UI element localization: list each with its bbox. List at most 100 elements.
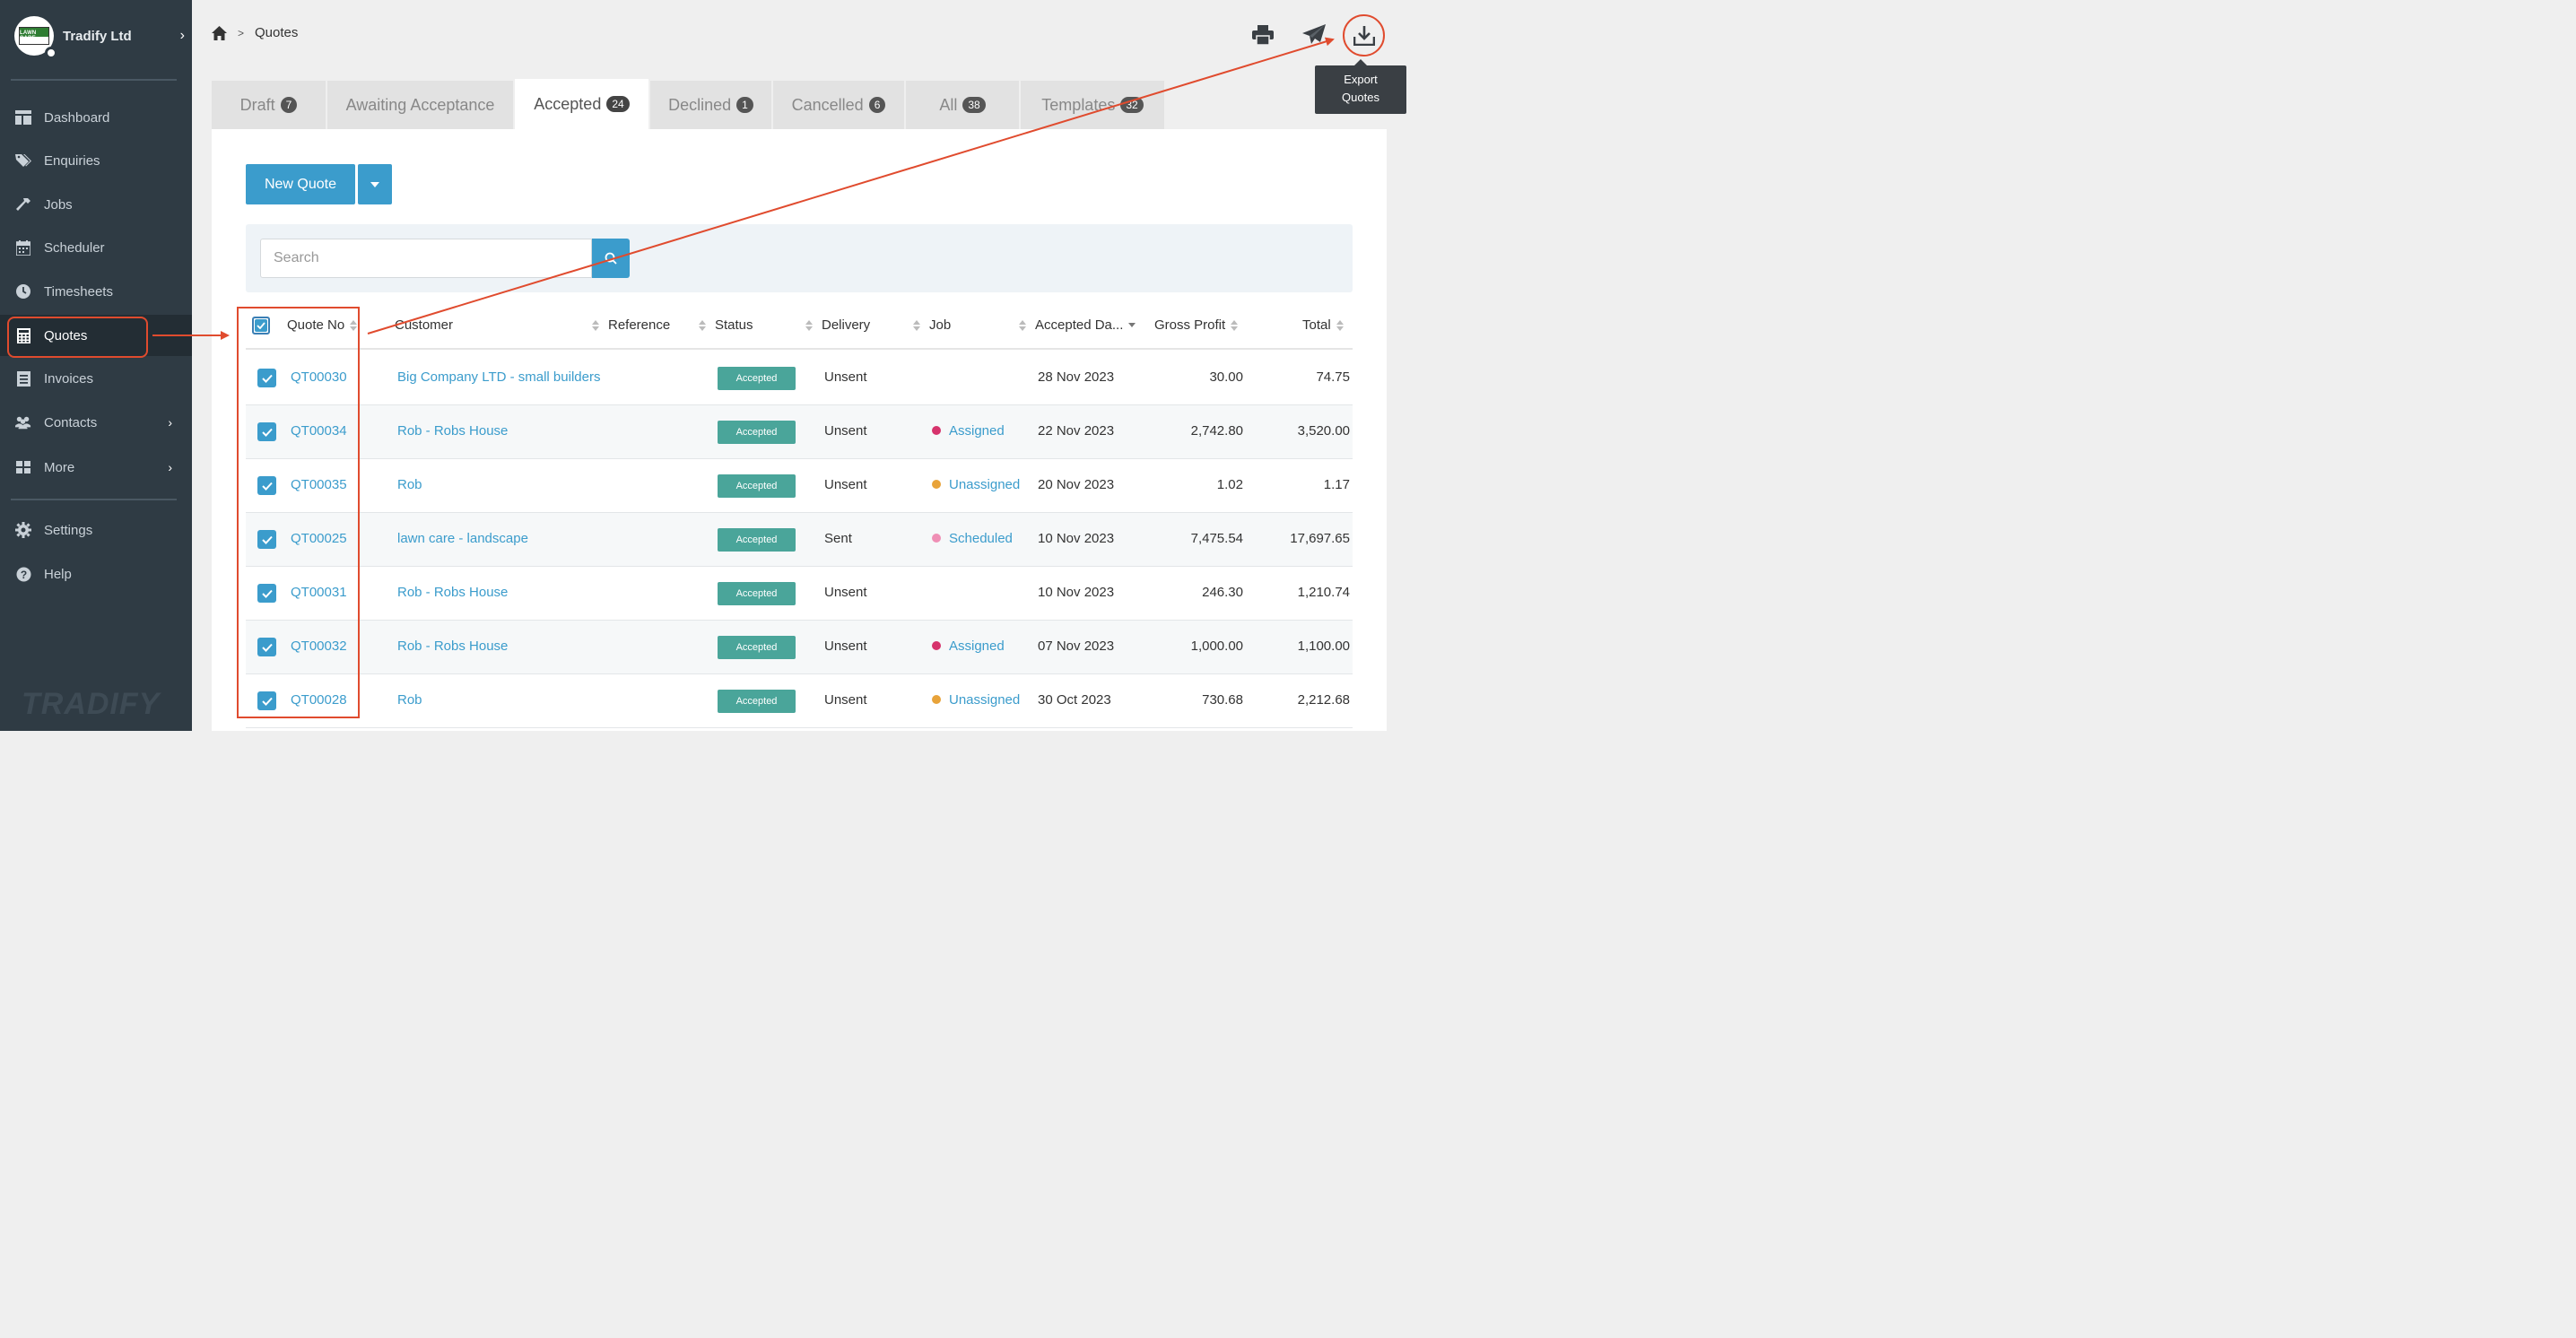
customer-link[interactable]: Rob: [397, 692, 422, 708]
home-icon[interactable]: [212, 25, 227, 40]
sidebar-item-label: Timesheets: [44, 283, 113, 300]
customer-link[interactable]: Rob - Robs House: [397, 639, 508, 654]
sidebar-item-help[interactable]: ? Help: [0, 553, 192, 595]
job-status[interactable]: Unassigned: [932, 477, 1020, 492]
sidebar-item-invoices[interactable]: Invoices: [0, 358, 192, 399]
sidebar-item-label: Help: [44, 566, 72, 582]
sidebar-item-dashboard[interactable]: Dashboard: [0, 97, 192, 138]
job-status-link[interactable]: Scheduled: [949, 531, 1013, 546]
table-row[interactable]: QT00034 Rob - Robs House Accepted Unsent Ass…: [246, 405, 1353, 459]
new-quote-dropdown-button[interactable]: [358, 164, 392, 204]
breadcrumb-current: Quotes: [255, 25, 299, 40]
sort-icon: [1231, 319, 1239, 332]
job-status-dot: [932, 534, 941, 543]
sidebar-divider: [11, 79, 177, 81]
sidebar-item-label: Settings: [44, 522, 93, 538]
customer-link[interactable]: Rob: [397, 477, 422, 492]
sidebar-item-label: More: [44, 459, 75, 475]
new-quote-button[interactable]: New Quote: [246, 164, 355, 204]
column-total[interactable]: Total: [1302, 317, 1344, 333]
grid-icon: [15, 459, 31, 475]
job-status-link[interactable]: Assigned: [949, 639, 1005, 654]
sidebar-item-timesheets[interactable]: Timesheets: [0, 271, 192, 312]
sort-icon: [1019, 319, 1026, 332]
column-label: Delivery: [822, 317, 871, 333]
delivery-status: Unsent: [824, 477, 867, 492]
sidebar-item-jobs[interactable]: Jobs: [0, 184, 192, 225]
job-status[interactable]: Assigned: [932, 423, 1005, 439]
tab-all[interactable]: All 38: [906, 81, 1019, 129]
calculator-icon: [15, 327, 31, 343]
tab-count-badge: 32: [1120, 97, 1144, 113]
calendar-icon: [15, 239, 31, 256]
status-badge: Accepted: [718, 367, 796, 390]
sidebar-item-contacts[interactable]: Contacts ›: [0, 402, 192, 443]
column-status[interactable]: Status: [699, 317, 753, 333]
users-icon: [15, 414, 31, 430]
tags-icon: [15, 152, 31, 169]
column-gross-profit[interactable]: Gross Profit: [1154, 317, 1239, 333]
accepted-date: 10 Nov 2023: [1038, 531, 1115, 546]
job-status[interactable]: Scheduled: [932, 531, 1013, 546]
tab-draft[interactable]: Draft 7: [212, 81, 326, 129]
customer-link[interactable]: lawn care - landscape: [397, 531, 528, 546]
job-status[interactable]: Unassigned: [932, 692, 1020, 708]
table-header: Quote No Customer Reference Status Deliv…: [246, 307, 1353, 350]
company-switcher[interactable]: LAWN CARE Tradify Ltd ›: [14, 14, 185, 59]
delivery-status: Unsent: [824, 369, 867, 385]
hammer-icon: [15, 196, 31, 213]
tab-label: Draft: [239, 95, 275, 114]
chevron-right-icon: ›: [168, 460, 172, 474]
job-status-link[interactable]: Assigned: [949, 423, 1005, 439]
search-input[interactable]: [260, 239, 592, 278]
job-status-dot: [932, 641, 941, 651]
quote-no-highlight: [237, 307, 360, 718]
print-icon[interactable]: [1249, 22, 1276, 48]
column-customer[interactable]: Customer: [395, 317, 453, 333]
search-button[interactable]: [592, 239, 630, 278]
sidebar-item-label: Contacts: [44, 414, 98, 430]
search-bar: [246, 224, 1353, 292]
customer-link[interactable]: Rob - Robs House: [397, 585, 508, 600]
job-status-link[interactable]: Unassigned: [949, 692, 1020, 708]
total-amount: 3,520.00: [1297, 423, 1350, 439]
export-quotes-button[interactable]: [1343, 14, 1385, 56]
sidebar-item-settings[interactable]: Settings: [0, 509, 192, 551]
table-row[interactable]: QT00030 Big Company LTD - small builders A…: [246, 352, 1353, 405]
tab-declined[interactable]: Declined 1: [650, 81, 771, 129]
table-row[interactable]: QT00031 Rob - Robs House Accepted Unsent 10 …: [246, 567, 1353, 621]
customer-link[interactable]: Rob - Robs House: [397, 423, 508, 439]
job-status[interactable]: Assigned: [932, 639, 1005, 654]
sidebar-item-scheduler[interactable]: Scheduler: [0, 227, 192, 268]
sidebar-item-enquiries[interactable]: Enquiries: [0, 140, 192, 181]
table-row[interactable]: QT00028 Rob Accepted Unsent Unassigned 30 Oct…: [246, 674, 1353, 728]
job-status-link[interactable]: Unassigned: [949, 477, 1020, 492]
status-badge: Accepted: [718, 636, 796, 659]
column-accepted-date[interactable]: Accepted Da...: [1019, 317, 1136, 333]
column-reference[interactable]: Reference: [592, 317, 670, 333]
tab-cancelled[interactable]: Cancelled 6: [773, 81, 904, 129]
column-job[interactable]: Job: [913, 317, 951, 333]
total-amount: 17,697.65: [1290, 531, 1350, 546]
accepted-date: 10 Nov 2023: [1038, 585, 1115, 600]
tab-accepted[interactable]: Accepted 24: [515, 79, 648, 129]
quote-tabs: Draft 7 Awaiting Acceptance Accepted 24 De…: [212, 79, 1166, 129]
table-row[interactable]: QT00025 lawn care - landscape Accepted Sent…: [246, 513, 1353, 567]
sidebar-item-quotes[interactable]: Quotes: [0, 315, 192, 358]
table-row[interactable]: QT00032 Rob - Robs House Accepted Unsent Ass…: [246, 621, 1353, 674]
total-amount: 74.75: [1316, 369, 1350, 385]
sidebar-item-label: Scheduler: [44, 239, 105, 256]
gross-profit: 1.02: [1216, 477, 1243, 492]
tab-awaiting-acceptance[interactable]: Awaiting Acceptance: [327, 81, 513, 129]
tab-templates[interactable]: Templates 32: [1021, 81, 1164, 129]
customer-link[interactable]: Big Company LTD - small builders: [397, 369, 600, 385]
column-delivery[interactable]: Delivery: [805, 317, 870, 333]
tradify-logo: TRADIFY: [22, 687, 161, 721]
column-label: Accepted Da...: [1035, 317, 1124, 333]
quotes-panel: New Quote Quote No Customer Reference St…: [212, 129, 1387, 731]
table-row[interactable]: QT00035 Rob Accepted Unsent Unassigned 20 Nov…: [246, 459, 1353, 513]
sidebar-item-more[interactable]: More ›: [0, 447, 192, 488]
delivery-status: Unsent: [824, 639, 867, 654]
send-icon[interactable]: [1301, 22, 1327, 48]
sidebar-item-label: Invoices: [44, 370, 94, 387]
